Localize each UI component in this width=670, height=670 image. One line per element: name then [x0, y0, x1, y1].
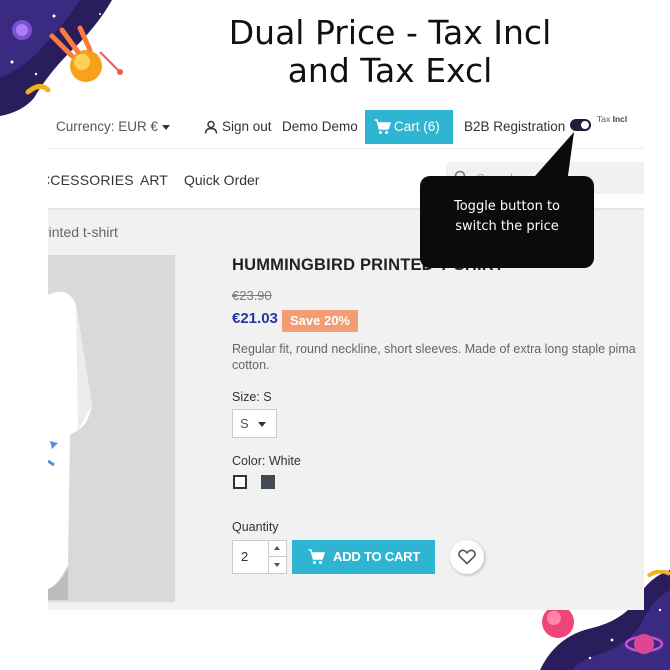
size-label: Size: S — [232, 390, 272, 404]
cart-button[interactable]: Cart (6) — [365, 110, 453, 144]
heart-icon — [458, 549, 476, 565]
screenshot-root: Dual Price - Tax Incl and Tax Excl Curre… — [0, 0, 670, 670]
tax-toggle-label: Tax Incl — [597, 114, 627, 124]
nav-item-art[interactable]: ART — [140, 149, 168, 211]
currency-selector[interactable]: Currency: EUR € — [56, 104, 171, 148]
shopping-cart-icon — [374, 119, 392, 134]
tax-toggle-switch[interactable] — [570, 119, 591, 131]
currency-label: Currency: EUR € — [56, 119, 159, 134]
decrement-button[interactable] — [269, 557, 286, 573]
top-bar: Currency: EUR € Sign out Demo Demo Cart … — [48, 104, 644, 148]
wishlist-button[interactable] — [450, 540, 484, 574]
color-swatch-white[interactable] — [233, 475, 247, 489]
t-shirt-image-icon — [48, 291, 92, 600]
size-select[interactable]: S — [232, 409, 277, 438]
toggle-tooltip: Toggle button to switch the price — [420, 176, 594, 268]
nav-item-quick-order[interactable]: Quick Order — [184, 149, 259, 211]
color-swatch-grey[interactable] — [261, 475, 275, 489]
quantity-label: Quantity — [232, 520, 279, 534]
page-headline: Dual Price - Tax Incl and Tax Excl — [160, 14, 620, 90]
headline-line-1: Dual Price - Tax Incl — [228, 13, 552, 52]
user-icon — [204, 120, 218, 134]
tooltip-line-1: Toggle button to — [454, 199, 560, 214]
account-name-link[interactable]: Demo Demo — [282, 104, 358, 148]
sign-out-link[interactable]: Sign out — [204, 104, 272, 148]
headline-line-2: and Tax Excl — [287, 51, 493, 90]
old-price: €23.90 — [232, 288, 272, 303]
current-price: €21.03 — [232, 310, 278, 327]
cart-label: Cart (6) — [394, 119, 440, 134]
size-select-value: S — [240, 416, 249, 431]
add-to-cart-button[interactable]: ADD TO CART — [292, 540, 435, 574]
product-description: Regular fit, round neckline, short sleev… — [232, 342, 636, 372]
space-decoration-top-left-icon — [0, 0, 123, 116]
tax-label-state: Incl — [612, 114, 628, 124]
b2b-registration-link[interactable]: B2B Registration — [464, 104, 565, 148]
tax-label-prefix: Tax — [597, 114, 613, 124]
breadcrumb: rinted t-shirt — [48, 224, 118, 240]
sign-out-label: Sign out — [222, 119, 272, 134]
color-label: Color: White — [232, 454, 301, 468]
increment-button[interactable] — [269, 541, 286, 557]
quantity-value[interactable]: 2 — [241, 549, 248, 564]
product-image[interactable] — [48, 255, 175, 602]
quantity-stepper[interactable]: 2 — [232, 540, 287, 574]
caret-down-icon — [258, 422, 266, 427]
quantity-spinner — [268, 541, 286, 573]
tooltip-line-2: switch the price — [455, 219, 559, 234]
shopping-cart-icon — [308, 549, 326, 564]
add-to-cart-label: ADD TO CART — [333, 549, 421, 564]
toggle-knob — [581, 121, 589, 129]
discount-badge: Save 20% — [282, 310, 358, 332]
nav-item-accessories[interactable]: CCESSORIES — [48, 149, 134, 211]
caret-down-icon — [162, 124, 171, 130]
